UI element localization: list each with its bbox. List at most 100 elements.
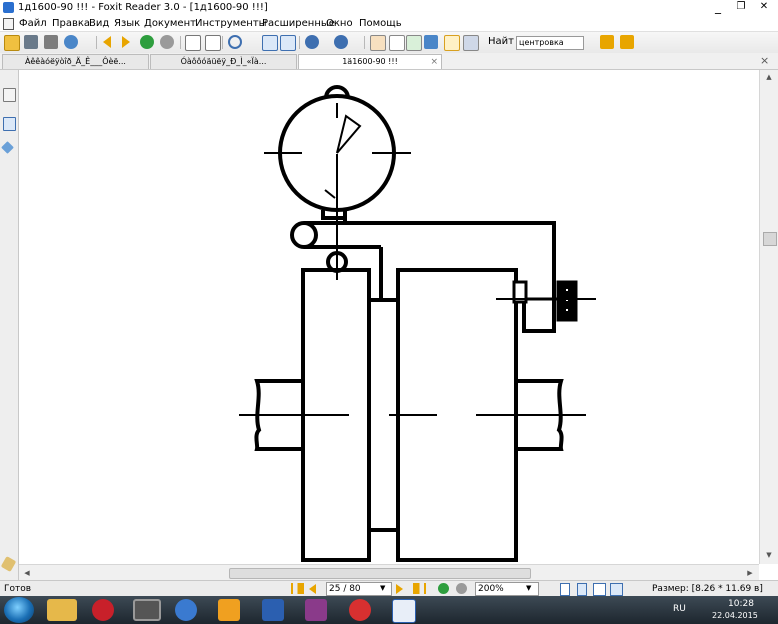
scroll-right-icon[interactable]: ▶: [745, 568, 755, 578]
toolbar-separator: [299, 36, 300, 49]
continuous-facing-icon[interactable]: [610, 583, 623, 596]
tab-document-1[interactable]: Àêêàóëÿòîð_Ä_Ê___Ôèë...: [2, 54, 149, 69]
winrar-icon[interactable]: [305, 599, 327, 621]
word-icon[interactable]: [262, 599, 284, 621]
tab-label: Óàôôóäüëÿ_Ð_Ì_«Ïà...: [180, 57, 267, 66]
previous-view-icon[interactable]: [103, 36, 111, 48]
attachments-icon[interactable]: [0, 556, 17, 572]
toolbar-separator: [364, 36, 365, 49]
close-button[interactable]: ✕: [756, 0, 772, 14]
menu-advanced[interactable]: Расширенные: [262, 17, 335, 30]
find-label: Найт: [488, 36, 514, 47]
menu-language[interactable]: Язык: [114, 17, 140, 30]
menu-window[interactable]: Окно: [326, 17, 353, 30]
image-tool-icon[interactable]: [463, 35, 479, 51]
explorer-icon[interactable]: [47, 599, 77, 621]
snapshot-icon[interactable]: [406, 35, 422, 51]
pages-icon[interactable]: [3, 88, 16, 102]
go-forward-status-icon[interactable]: [456, 583, 467, 594]
minimize-button[interactable]: _: [710, 0, 726, 14]
open-folder-icon[interactable]: [4, 35, 20, 51]
word-document-icon[interactable]: [392, 599, 416, 623]
tab-document-active[interactable]: 1ä1600-90 !!! ×: [298, 54, 442, 69]
language-indicator[interactable]: RU: [673, 604, 686, 614]
previous-page-icon[interactable]: [309, 584, 316, 594]
find-next-icon[interactable]: [620, 35, 634, 49]
title-bar: 1д1600-90 !!! - Foxit Reader 3.0 - [1д16…: [0, 0, 778, 17]
fit-width-icon[interactable]: [280, 35, 296, 51]
tab-document-2[interactable]: Óàôôóäüëÿ_Ð_Ì_«Ïà...: [150, 54, 297, 69]
tab-close-icon[interactable]: ×: [430, 55, 438, 69]
horizontal-scroll-thumb[interactable]: [229, 568, 531, 579]
document-menu-icon[interactable]: [3, 18, 14, 30]
browser-icon[interactable]: [175, 599, 197, 621]
vertical-scroll-thumb[interactable]: [763, 232, 777, 246]
vertical-scrollbar[interactable]: ▲ ▼: [759, 70, 778, 564]
opera-icon[interactable]: [92, 599, 114, 621]
go-back-status-icon[interactable]: [438, 583, 449, 594]
menu-help[interactable]: Помощь: [359, 17, 402, 30]
technical-drawing: [239, 85, 596, 562]
next-view-icon[interactable]: [122, 36, 130, 48]
find-previous-icon[interactable]: [600, 35, 614, 49]
scroll-left-icon[interactable]: ◀: [22, 568, 32, 578]
bookmarks-icon[interactable]: [3, 117, 16, 131]
page-size-label: Размер: [8.26 * 11.69 в]: [652, 584, 763, 594]
menu-document[interactable]: Документ: [144, 17, 196, 30]
media-player-icon[interactable]: [133, 599, 161, 621]
next-page-icon[interactable]: [396, 584, 403, 594]
save-icon[interactable]: [24, 35, 38, 49]
print-icon[interactable]: [44, 35, 58, 49]
clock-time[interactable]: 10:28: [728, 599, 754, 610]
restore-button[interactable]: ❐: [733, 0, 749, 14]
last-page-icon[interactable]: [413, 583, 426, 594]
menu-tools[interactable]: Инструменты: [195, 17, 267, 30]
hand-tool-icon[interactable]: [370, 35, 386, 51]
toolbar-separator: [96, 36, 97, 49]
zoom-in-icon[interactable]: [228, 35, 242, 49]
continuous-page-icon[interactable]: [577, 583, 587, 596]
foxit-taskbar-icon[interactable]: [218, 599, 240, 621]
page-dropdown-icon[interactable]: ▼: [380, 584, 385, 592]
dial-tick: [324, 189, 336, 199]
scroll-up-icon[interactable]: ▲: [763, 72, 775, 82]
start-button[interactable]: [4, 597, 34, 623]
status-text: Готов: [4, 584, 32, 594]
menu-view[interactable]: Вид: [89, 17, 109, 30]
go-back-icon[interactable]: [140, 35, 154, 49]
document-view[interactable]: [19, 70, 759, 564]
menu-bar: Файл Правка Вид Язык Документ Инструмент…: [0, 16, 778, 31]
zoom-in-round-icon[interactable]: [334, 35, 348, 49]
layers-icon[interactable]: [1, 141, 14, 154]
menu-file[interactable]: Файл: [19, 17, 47, 30]
tab-bar: Àêêàóëÿòîð_Ä_Ê___Ôèë... Óàôôóäüëÿ_Ð_Ì_«Ï…: [0, 53, 778, 70]
facing-page-icon[interactable]: [593, 583, 606, 596]
windows-taskbar: RU 10:28 22.04.2015: [0, 596, 778, 624]
clamp-ring: [290, 221, 318, 249]
rotate-left-icon[interactable]: [185, 35, 201, 51]
binoculars-icon[interactable]: [424, 35, 438, 49]
typewriter-icon[interactable]: [444, 35, 460, 51]
single-page-icon[interactable]: [560, 583, 570, 596]
close-all-tabs-icon[interactable]: ×: [760, 54, 769, 67]
antivirus-icon[interactable]: [349, 599, 371, 621]
scroll-down-icon[interactable]: ▼: [763, 550, 775, 560]
menu-edit[interactable]: Правка: [52, 17, 90, 30]
navigation-panel: [0, 70, 19, 580]
foxit-app-icon: [3, 2, 14, 13]
window-title: 1д1600-90 !!! - Foxit Reader 3.0 - [1д16…: [18, 2, 268, 13]
fit-page-icon[interactable]: [262, 35, 278, 51]
email-icon[interactable]: [64, 35, 78, 49]
clock-date[interactable]: 22.04.2015: [712, 610, 758, 621]
dial-needle: [336, 114, 362, 154]
select-text-icon[interactable]: [389, 35, 405, 51]
zoom-dropdown-icon[interactable]: ▼: [526, 584, 531, 592]
status-bar: Готов 25 / 80 ▼ 200% ▼ Размер: [8.26 * 1…: [0, 580, 778, 597]
find-input[interactable]: центровка: [516, 36, 584, 50]
horizontal-scrollbar[interactable]: ◀ ▶: [19, 564, 759, 581]
first-page-icon[interactable]: [291, 583, 304, 594]
zoom-out-icon[interactable]: [305, 35, 319, 49]
rotate-right-icon[interactable]: [205, 35, 221, 51]
go-forward-icon[interactable]: [160, 35, 174, 49]
toolbar-separator: [222, 36, 223, 49]
